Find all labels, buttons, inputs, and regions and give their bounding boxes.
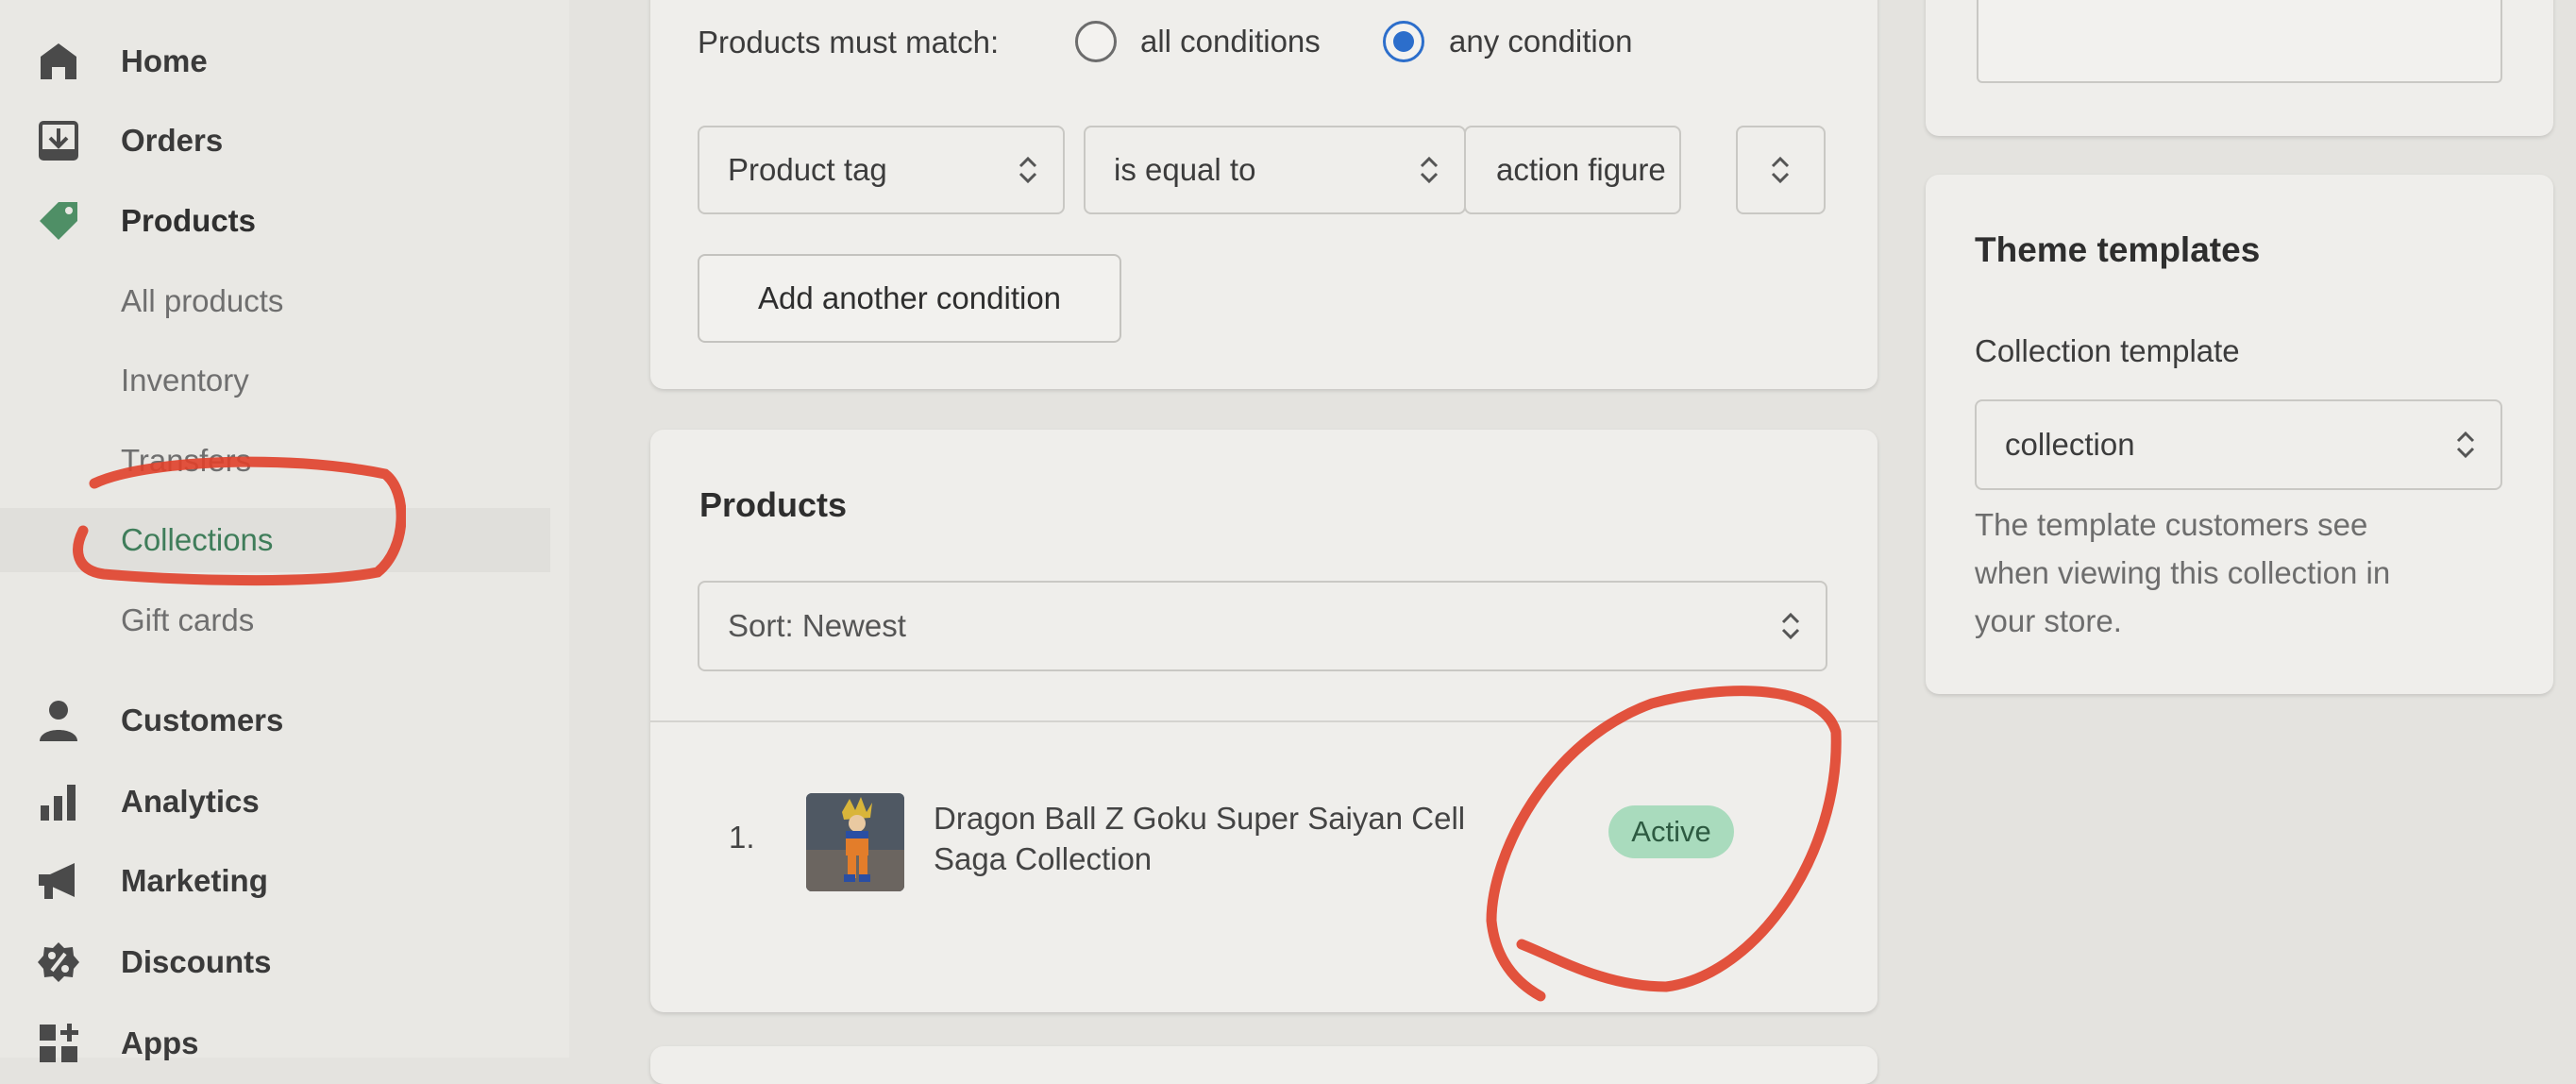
sort-select-value: Sort: Newest xyxy=(728,608,906,643)
status-badge: Active xyxy=(1608,805,1734,858)
sort-select[interactable]: Sort: Newest xyxy=(698,581,1827,671)
nav-gift-cards-label: Gift cards xyxy=(121,602,255,637)
nav-discounts-label: Discounts xyxy=(121,944,272,979)
nav-all-products[interactable]: All products xyxy=(0,269,550,333)
nav-customers-label: Customers xyxy=(121,703,284,737)
nav-inventory[interactable]: Inventory xyxy=(0,348,550,413)
apps-icon xyxy=(34,1019,83,1068)
collection-template-value: collection xyxy=(2005,427,2135,462)
collection-template-select[interactable]: collection xyxy=(1975,399,2502,490)
orders-icon xyxy=(34,116,83,165)
products-card-title: Products xyxy=(699,485,848,524)
tag-icon xyxy=(34,196,83,246)
product-index: 1. xyxy=(729,820,755,855)
nav-collections-label: Collections xyxy=(121,522,274,557)
nav-products-label: Products xyxy=(121,203,257,238)
next-card xyxy=(650,1046,1877,1084)
nav-transfers-label: Transfers xyxy=(121,443,252,478)
nav-orders-label: Orders xyxy=(121,123,224,158)
list-item[interactable]: 1. Dragon Ball Z Goku Super Saiyan Cell … xyxy=(650,724,1877,1008)
megaphone-icon xyxy=(34,856,83,906)
home-icon xyxy=(34,37,83,86)
add-condition-button[interactable]: Add another condition xyxy=(698,254,1121,343)
nav-home[interactable]: Home xyxy=(0,28,569,94)
nav-apps-label: Apps xyxy=(121,1025,199,1060)
theme-templates-card: Theme templates Collection template coll… xyxy=(1926,175,2553,694)
discount-icon xyxy=(34,938,83,987)
select-arrows-icon xyxy=(1781,612,1800,640)
select-arrows-icon xyxy=(2456,431,2475,459)
radio-any-condition-label[interactable]: any condition xyxy=(1449,24,1632,59)
condition-value-stepper[interactable] xyxy=(1736,126,1826,214)
select-arrows-icon xyxy=(1019,156,1037,184)
nav-products[interactable]: Products xyxy=(0,188,569,254)
nav-marketing-label: Marketing xyxy=(121,863,268,898)
condition-operator-value: is equal to xyxy=(1114,152,1256,187)
condition-operator-select[interactable]: is equal to xyxy=(1084,126,1466,214)
condition-value-text: action figure xyxy=(1496,152,1666,187)
theme-templates-title: Theme templates xyxy=(1975,230,2261,269)
nav-analytics-label: Analytics xyxy=(121,784,260,819)
product-name-line2[interactable]: Saga Collection xyxy=(934,841,1152,877)
condition-field-value: Product tag xyxy=(728,152,887,187)
radio-all-conditions-label[interactable]: all conditions xyxy=(1140,24,1321,59)
nav-inventory-label: Inventory xyxy=(121,363,249,398)
condition-field-select[interactable]: Product tag xyxy=(698,126,1065,214)
nav-customers[interactable]: Customers xyxy=(0,687,569,754)
nav-all-products-label: All products xyxy=(121,283,284,318)
nav-marketing[interactable]: Marketing xyxy=(0,848,569,914)
text-area[interactable] xyxy=(1977,0,2502,83)
conditions-card: Products must match: all conditions any … xyxy=(650,0,1877,389)
nav-orders[interactable]: Orders xyxy=(0,108,569,174)
customer-icon xyxy=(34,696,83,745)
side-card-top xyxy=(1926,0,2553,136)
nav-transfers[interactable]: Transfers xyxy=(0,429,550,493)
select-arrows-icon xyxy=(1420,156,1439,184)
nav-apps[interactable]: Apps xyxy=(0,1010,569,1076)
nav-home-label: Home xyxy=(121,43,208,78)
template-help-line2: when viewing this collection in xyxy=(1975,555,2391,590)
nav-collections[interactable]: Collections xyxy=(0,508,550,572)
products-card: Products Sort: Newest 1. Dragon Ball Z G… xyxy=(650,430,1877,1012)
sidebar: Home Orders Products All products Invent… xyxy=(0,0,569,1062)
product-thumbnail xyxy=(806,793,904,891)
product-name-line1[interactable]: Dragon Ball Z Goku Super Saiyan Cell xyxy=(934,801,1465,837)
template-help-line1: The template customers see xyxy=(1975,507,2368,542)
collection-template-label: Collection template xyxy=(1975,333,2240,368)
nav-gift-cards[interactable]: Gift cards xyxy=(0,588,550,652)
divider xyxy=(650,720,1877,722)
match-label: Products must match: xyxy=(698,25,1000,59)
select-arrows-icon xyxy=(1771,156,1790,184)
condition-value-input[interactable]: action figure xyxy=(1464,126,1681,214)
nav-analytics[interactable]: Analytics xyxy=(0,769,569,835)
radio-any-condition[interactable] xyxy=(1383,21,1424,62)
nav-discounts[interactable]: Discounts xyxy=(0,929,569,995)
radio-all-conditions[interactable] xyxy=(1075,21,1117,62)
template-help-line3: your store. xyxy=(1975,603,2122,638)
bar-chart-icon xyxy=(34,777,83,826)
